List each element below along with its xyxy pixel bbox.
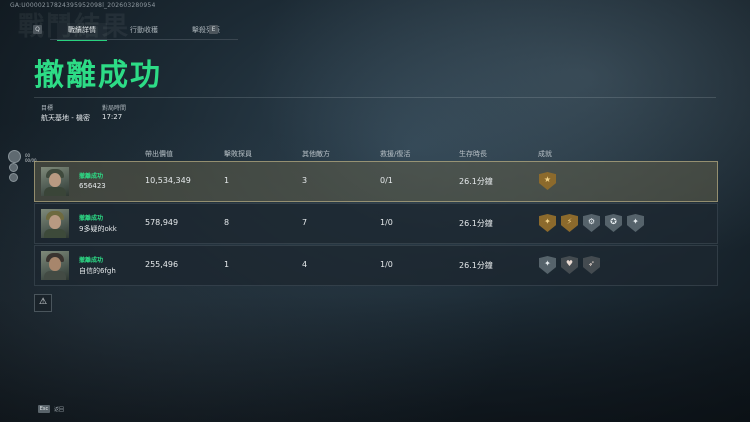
- back-label[interactable]: 返回: [54, 406, 64, 413]
- table-row[interactable]: 撤離成功 656423 10,534,349 1 3 0/1 26.1分鐘 ★: [34, 161, 718, 202]
- silver-gear-badge-icon[interactable]: ⚙: [583, 214, 600, 232]
- header-divider: [34, 97, 716, 98]
- extract-value: 578,949: [145, 218, 179, 227]
- rescue-revive: 1/0: [380, 260, 393, 269]
- column-header-achievements: 成就: [538, 150, 552, 158]
- match-duration-value: 17:27: [102, 113, 123, 121]
- column-header-agents-defeated: 擊敗探員: [224, 150, 252, 158]
- tab-next-key[interactable]: E: [209, 25, 218, 34]
- tab-kill-list[interactable]: 擊殺列表: [181, 23, 231, 39]
- silver-wreath-badge-icon[interactable]: ✪: [605, 214, 622, 232]
- target-label: 目標: [41, 105, 54, 112]
- survival-time: 26.1分鐘: [459, 261, 493, 270]
- target-value: 航天基地 - 機密: [41, 114, 90, 122]
- column-header-rescue-revive: 救援/復活: [380, 150, 411, 158]
- player-status: 撤離成功: [79, 173, 104, 180]
- survival-time: 26.1分鐘: [459, 219, 493, 228]
- agents-defeated: 8: [224, 218, 230, 227]
- esc-key-icon[interactable]: Esc: [38, 405, 50, 413]
- tab-action-rewards[interactable]: 行動收穫: [119, 23, 169, 39]
- player-avatar: [41, 167, 69, 196]
- other-enemies: 3: [302, 176, 308, 185]
- extract-value: 255,496: [145, 260, 179, 269]
- table-row[interactable]: 撤離成功 9多疑的okk 578,949 8 7 1/0 26.1分鐘 ✦ ⚡ …: [34, 203, 718, 244]
- survival-time: 26.1分鐘: [459, 177, 493, 186]
- gold-runner-badge-icon[interactable]: ⚡: [561, 214, 578, 232]
- rescue-revive: 0/1: [380, 176, 393, 185]
- other-enemies: 7: [302, 218, 308, 227]
- player-name: 9多疑的okk: [79, 225, 117, 233]
- player-name: 656423: [79, 182, 106, 190]
- tab-prev-key[interactable]: Q: [33, 25, 42, 34]
- wing-badge-icon[interactable]: ➶: [583, 256, 600, 274]
- extraction-result-title: 撤離成功: [34, 58, 162, 93]
- heart-badge-icon[interactable]: ♥: [561, 256, 578, 274]
- player-status: 撤離成功: [79, 215, 104, 222]
- other-enemies: 4: [302, 260, 308, 269]
- player-avatar: [41, 251, 69, 280]
- column-header-survival-time: 生存時長: [459, 150, 487, 158]
- table-row[interactable]: 撤離成功 自信的6fgh 255,496 1 4 1/0 26.1分鐘 ✦ ♥ …: [34, 245, 718, 286]
- gold-medal-icon[interactable]: ★: [539, 172, 556, 190]
- silver-star-badge-icon[interactable]: ✦: [539, 256, 556, 274]
- player-name: 自信的6fgh: [79, 267, 116, 275]
- column-header-other-enemies: 其他敵方: [302, 150, 330, 158]
- squad-member-avatar-icon[interactable]: [8, 150, 21, 163]
- rescue-revive: 1/0: [380, 218, 393, 227]
- tab-underline-rule: [50, 39, 238, 40]
- column-header-extract-value: 帶出價值: [145, 150, 173, 158]
- player-status: 撤離成功: [79, 257, 104, 264]
- extract-value: 10,534,349: [145, 176, 191, 185]
- player-avatar: [41, 209, 69, 238]
- agents-defeated: 1: [224, 260, 230, 269]
- silver-star-badge-icon[interactable]: ✦: [627, 214, 644, 232]
- squad-member-dot-icon[interactable]: [9, 163, 18, 172]
- agents-defeated: 1: [224, 176, 230, 185]
- match-duration-label: 對局時間: [102, 105, 127, 112]
- squad-member-dot-icon[interactable]: [9, 173, 18, 182]
- report-warning-icon[interactable]: ⚠: [34, 294, 52, 312]
- gold-star-badge-icon[interactable]: ✦: [539, 214, 556, 232]
